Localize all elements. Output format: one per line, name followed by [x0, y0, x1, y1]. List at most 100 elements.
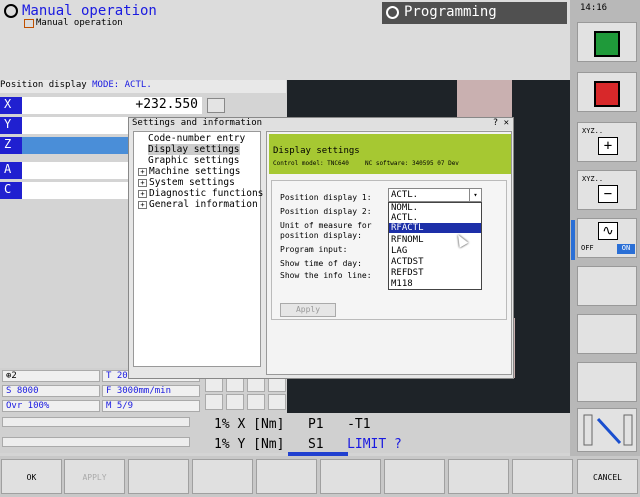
mode-title: Manual operation — [22, 3, 157, 19]
plus-icon: + — [598, 137, 618, 155]
dropdown-option[interactable]: ACTDST — [389, 257, 481, 267]
apply-button[interactable]: Apply — [280, 303, 336, 317]
position-display-header: Position display MODE: ACTL. — [0, 80, 286, 93]
xyz-label: XYZ.. — [582, 127, 604, 135]
softkey-empty[interactable] — [320, 459, 381, 494]
control-model: Control model: TNC640 — [273, 160, 349, 167]
axis-label-x: X — [0, 97, 22, 114]
softkey-xyz-minus[interactable]: XYZ.. − — [577, 170, 637, 210]
softkey-program-run[interactable] — [577, 22, 637, 62]
ov-unit: [Nm] — [253, 437, 285, 452]
tree-item-system-settings[interactable]: + System settings — [138, 178, 235, 188]
chevron-down-icon[interactable]: ▾ — [469, 189, 481, 201]
status-button[interactable] — [205, 394, 223, 410]
tree-item-display-settings[interactable]: Display settings — [148, 144, 240, 155]
status-button[interactable] — [226, 394, 244, 410]
position-display-dropdown: NOML. ACTL. RFACTL RFNOML LAG ACTDST REF… — [388, 202, 482, 290]
ov-unit: [Nm] — [253, 417, 285, 432]
clock: 14:16 — [580, 3, 608, 13]
softkey-empty[interactable] — [577, 314, 637, 354]
field-label: Show time of day: — [280, 259, 362, 268]
feed-override-icon — [583, 414, 633, 446]
m-function: M 5/9 — [102, 400, 200, 412]
dropdown-option-selected[interactable]: RFACTL — [389, 223, 481, 233]
field-label: Show the info line: — [280, 271, 372, 280]
override-info: 1% X [Nm] P1 -T1 1% Y [Nm] S1 LIMIT ? — [192, 413, 572, 453]
softkey-empty[interactable] — [192, 459, 253, 494]
field-label: position display: — [280, 231, 362, 240]
load-bar — [2, 417, 190, 427]
programming-icon — [386, 6, 399, 19]
softkey-empty[interactable] — [128, 459, 189, 494]
softkey-empty[interactable] — [577, 362, 637, 402]
wave-icon: ∿ — [598, 222, 618, 240]
field-label: Program input: — [280, 245, 348, 254]
softkey-active-strip — [571, 220, 575, 260]
panel-title: Display settings — [273, 146, 360, 156]
nc-software: NC software: 340595 07 Dev — [365, 160, 459, 167]
softkey-empty[interactable] — [512, 459, 573, 494]
field-label: Position display 1: — [280, 193, 372, 202]
axis-label-c: C — [0, 182, 22, 199]
position-display-label: Position display — [0, 80, 87, 90]
axis-value-x: +232.550 — [22, 97, 202, 114]
ov-pct: 1% — [214, 417, 230, 432]
tool-number: ⊕2 — [2, 370, 100, 382]
tree-item-machine-settings[interactable]: + Machine settings — [138, 167, 241, 177]
override-line-y: 1% Y [Nm] S1 LIMIT ? — [214, 437, 402, 452]
dropdown-option[interactable]: REFDST — [389, 268, 481, 278]
ov-axis: X — [237, 417, 246, 432]
minus-icon: − — [598, 185, 618, 203]
combo-value: ACTL. — [391, 190, 419, 200]
load-bar — [2, 437, 190, 447]
dropdown-option[interactable]: ACTL. — [389, 213, 481, 223]
panel-header: Display settings Control model: TNC640 N… — [269, 134, 511, 174]
dropdown-option[interactable]: M118 — [389, 279, 481, 289]
expand-icon: + — [138, 168, 147, 176]
softkey-empty[interactable] — [256, 459, 317, 494]
position-mode-value: ACTL. — [124, 80, 152, 90]
softkey-feed-override[interactable] — [577, 408, 637, 452]
softkey-machine-mode[interactable] — [577, 72, 637, 112]
softkey-wave-toggle[interactable]: ∿ OFF ON — [577, 218, 637, 258]
off-on-toggle[interactable]: OFF ON — [579, 244, 636, 254]
tree-item-diagnostic-functions[interactable]: + Diagnostic functions — [138, 189, 263, 199]
status-button[interactable] — [268, 394, 286, 410]
spindle-speed: S 8000 — [2, 385, 100, 397]
expand-icon: + — [138, 201, 147, 209]
dropdown-option[interactable]: LAG — [389, 246, 481, 256]
ov-val: -T1 — [347, 417, 371, 432]
program-run-icon — [594, 31, 620, 57]
position-display-1-select[interactable]: ACTL. ▾ — [388, 188, 482, 202]
ok-button[interactable]: OK — [1, 459, 62, 494]
home-icon — [24, 19, 34, 28]
programming-tab-label: Programming — [404, 4, 497, 20]
axis-copy-button[interactable] — [207, 98, 225, 113]
programming-tab[interactable]: Programming — [382, 2, 567, 24]
machine-mode-icon — [594, 81, 620, 107]
field-label: Unit of measure for — [280, 221, 372, 230]
xyz-label: XYZ.. — [582, 175, 604, 183]
override-percent: Ovr 100% — [2, 400, 100, 412]
ov-limit: LIMIT ? — [347, 437, 402, 452]
tree-item-graphic-settings[interactable]: Graphic settings — [148, 156, 240, 166]
ov-pct: 1% — [214, 437, 230, 452]
override-line-x: 1% X [Nm] P1 -T1 — [214, 417, 371, 432]
toggle-on-label: ON — [617, 244, 635, 254]
dropdown-option[interactable]: NOML. — [389, 203, 481, 213]
softkey-empty[interactable] — [577, 266, 637, 306]
ov-axis: Y — [237, 437, 246, 452]
softkey-empty[interactable] — [448, 459, 509, 494]
apply-softkey[interactable]: APPLY — [64, 459, 125, 494]
status-button[interactable] — [247, 394, 265, 410]
close-icon[interactable]: ? ✕ — [493, 118, 509, 128]
cancel-button[interactable]: CANCEL — [577, 459, 638, 494]
softkey-xyz-plus[interactable]: XYZ.. + — [577, 122, 637, 162]
tree-item-general-information[interactable]: + General information — [138, 200, 258, 210]
mode-subtitle: Manual operation — [36, 18, 123, 28]
softkey-empty[interactable] — [384, 459, 445, 494]
ov-key: S1 — [307, 437, 324, 452]
tree-item-code-number[interactable]: Code-number entry — [148, 134, 245, 144]
toggle-off-label: OFF — [581, 244, 594, 252]
position-mode-prefix: MODE: — [92, 80, 120, 90]
